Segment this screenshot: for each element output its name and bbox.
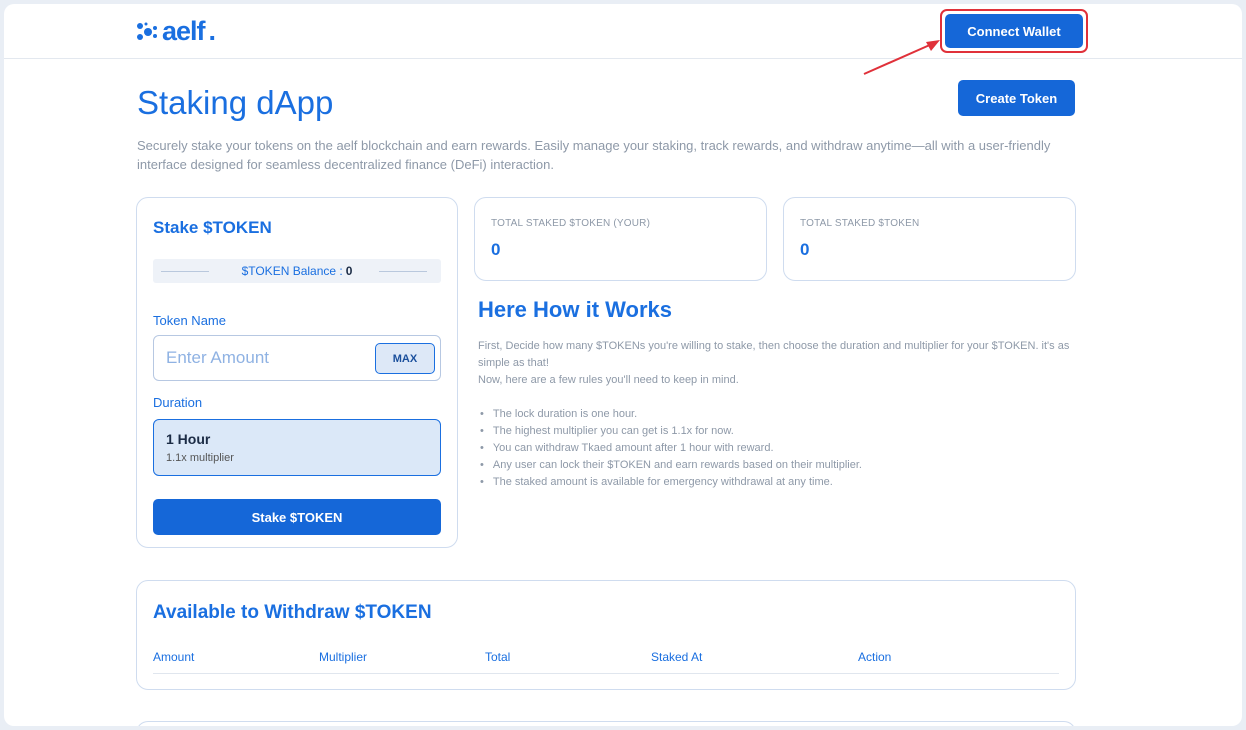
- next-section-card: [136, 721, 1076, 726]
- stat-card-total-staked: TOTAL STAKED $TOKEN 0: [783, 197, 1076, 281]
- withdraw-table-header: Amount Multiplier Total Staked At Action: [153, 650, 1059, 674]
- divider-line: [161, 271, 209, 272]
- stake-token-button[interactable]: Stake $TOKEN: [153, 499, 441, 535]
- connect-wallet-button[interactable]: Connect Wallet: [945, 14, 1083, 48]
- how-intro-1: First, Decide how many $TOKENs you're wi…: [478, 340, 1070, 369]
- rule-item: The staked amount is available for emerg…: [478, 474, 862, 491]
- how-it-works-title: Here How it Works: [478, 297, 672, 322]
- max-button[interactable]: MAX: [375, 343, 435, 374]
- aelf-logo-icon: [137, 22, 157, 40]
- amount-field: MAX: [153, 335, 441, 381]
- stat-label: TOTAL STAKED $TOKEN (YOUR): [491, 218, 651, 229]
- annotation-arrow-icon: [863, 40, 940, 75]
- token-name-label: Token Name: [153, 313, 226, 328]
- rules-list: The lock duration is one hour. The highe…: [478, 406, 862, 491]
- stat-value: 0: [491, 240, 501, 259]
- rule-item: Any user can lock their $TOKEN and earn …: [478, 457, 862, 474]
- divider-line: [379, 271, 427, 272]
- stat-label: TOTAL STAKED $TOKEN: [800, 218, 920, 229]
- column-header-staked-at: Staked At: [651, 650, 703, 664]
- withdraw-title: Available to Withdraw $TOKEN: [153, 602, 432, 623]
- duration-option-1-hour[interactable]: 1 Hour 1.1x multiplier: [153, 419, 441, 476]
- column-header-multiplier: Multiplier: [319, 650, 368, 664]
- column-header-total: Total: [485, 650, 511, 664]
- stat-value: 0: [800, 240, 810, 259]
- page-title: Staking dApp: [137, 84, 334, 121]
- balance-value: 0: [345, 264, 353, 278]
- token-balance-bar: $TOKEN Balance : 0: [153, 259, 441, 283]
- balance-label: $TOKEN Balance :: [241, 264, 343, 278]
- duration-label: Duration: [153, 395, 203, 410]
- app-frame: aelf. Connect Wallet Staking dApp Create…: [4, 4, 1242, 726]
- logo-text: aelf: [162, 16, 206, 46]
- stake-card-title: Stake $TOKEN: [153, 218, 272, 237]
- top-nav: aelf. Connect Wallet: [4, 4, 1242, 59]
- column-header-amount: Amount: [153, 650, 195, 664]
- duration-option-title: 1 Hour: [166, 431, 211, 447]
- withdraw-card: Available to Withdraw $TOKEN Amount Mult…: [136, 580, 1076, 690]
- rule-item: The lock duration is one hour.: [478, 406, 862, 423]
- column-header-action: Action: [858, 650, 892, 664]
- logo-dot: .: [208, 16, 216, 46]
- aelf-logo[interactable]: aelf.: [136, 16, 216, 47]
- stat-card-your-staked: TOTAL STAKED $TOKEN (YOUR) 0: [474, 197, 767, 281]
- rule-item: The highest multiplier you can get is 1.…: [478, 423, 862, 440]
- connect-wallet-highlight: Connect Wallet: [940, 9, 1088, 53]
- page-description: Securely stake your tokens on the aelf b…: [137, 138, 1051, 172]
- duration-option-multiplier: 1.1x multiplier: [166, 452, 234, 464]
- create-token-button[interactable]: Create Token: [958, 80, 1075, 116]
- how-intro-2: Now, here are a few rules you'll need to…: [478, 374, 739, 386]
- rule-item: You can withdraw Tkaed amount after 1 ho…: [478, 440, 862, 457]
- stake-card: Stake $TOKEN $TOKEN Balance : 0 Token Na…: [136, 197, 458, 548]
- how-it-works-intro: First, Decide how many $TOKENs you're wi…: [478, 338, 1078, 389]
- amount-input[interactable]: [166, 346, 366, 370]
